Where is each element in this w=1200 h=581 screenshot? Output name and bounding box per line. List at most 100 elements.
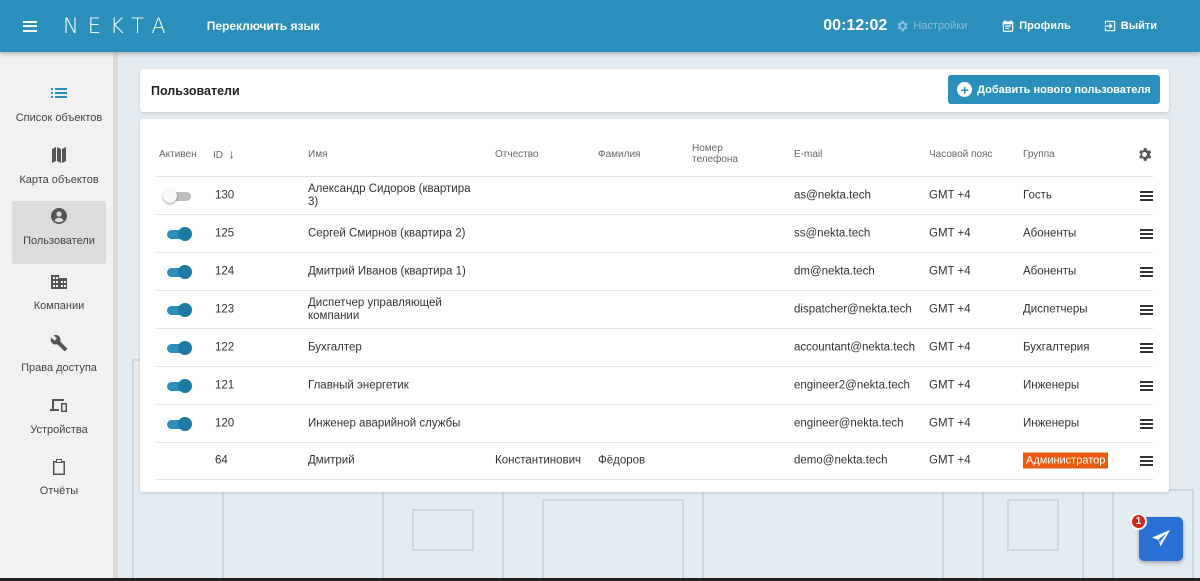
hamburger-menu-icon[interactable] <box>23 20 37 32</box>
cell-timezone: GMT +4 <box>929 227 971 239</box>
active-toggle[interactable] <box>163 226 193 241</box>
sidebar-item-reports[interactable]: Отчёты <box>12 451 106 514</box>
row-menu-icon[interactable] <box>1140 228 1153 239</box>
sidebar-item-object-list[interactable]: Список объектов <box>12 78 106 141</box>
cell-timezone: GMT +4 <box>929 303 971 315</box>
sidebar-item-label: Компании <box>33 300 85 312</box>
page-title: Пользователи <box>151 84 240 98</box>
logout-button[interactable]: Выйти <box>1103 19 1157 33</box>
active-toggle[interactable] <box>163 340 193 355</box>
cell-email: demo@nekta.tech <box>794 454 888 467</box>
table-row: 125 Сергей Смирнов (квартира 2) ss@nekta.t… <box>157 214 1153 252</box>
sidebar-item-label: Устройства <box>30 424 88 436</box>
paper-plane-icon <box>1151 529 1171 547</box>
row-menu-icon[interactable] <box>1140 380 1153 391</box>
cell-name: Инженер аварийной службы <box>308 417 461 429</box>
list-icon <box>51 84 67 102</box>
cell-last-name: Фёдоров <box>598 454 646 467</box>
sidebar-item-devices[interactable]: Устройства <box>12 390 106 453</box>
group-label: Бухгалтерия <box>1023 341 1090 353</box>
sidebar-item-label: Карта объектов <box>19 174 99 186</box>
column-header-patronymic: Отчество <box>495 149 539 160</box>
group-label: Диспетчеры <box>1023 303 1088 315</box>
sidebar-item-access-rights[interactable]: Права доступа <box>12 328 106 391</box>
group-label: Абоненты <box>1023 227 1077 239</box>
gear-icon <box>897 20 908 32</box>
cell-group: Бухгалтерия <box>1023 341 1089 354</box>
sidebar-item-companies[interactable]: Компании <box>12 266 106 329</box>
cell-group: Инженеры <box>1023 417 1079 430</box>
logout-icon <box>1104 20 1115 32</box>
table-row: 123 Диспетчер управляющей компании dispatc… <box>157 290 1153 328</box>
cell-name: Бухгалтер <box>308 341 362 353</box>
table-settings-gear-icon[interactable] <box>1136 146 1153 163</box>
column-header-active: Активен <box>159 149 197 160</box>
row-menu-icon[interactable] <box>1140 456 1153 466</box>
cell-id: 130 <box>215 189 235 201</box>
row-menu-icon[interactable] <box>1140 190 1153 201</box>
cell-id: 64 <box>215 454 228 467</box>
active-toggle[interactable] <box>163 188 193 203</box>
row-menu-icon[interactable] <box>1140 266 1153 277</box>
cell-email: engineer2@nekta.tech <box>794 379 910 391</box>
group-label: Инженеры <box>1023 417 1080 429</box>
column-header-timezone: Часовой пояс <box>929 149 993 160</box>
cell-group: Гость <box>1023 189 1052 202</box>
column-header-id-label: ID <box>213 150 223 161</box>
cell-timezone: GMT +4 <box>929 379 971 391</box>
clipboard-icon <box>52 457 66 475</box>
profile-button[interactable]: Профиль <box>1001 19 1071 33</box>
table-row: 121 Главный энергетик engineer2@nekta.tech… <box>157 366 1153 404</box>
wrench-icon <box>50 334 68 352</box>
active-toggle[interactable] <box>163 264 193 279</box>
settings-button[interactable]: Настройки <box>895 19 967 33</box>
cell-patronymic: Константинович <box>495 454 582 467</box>
cell-group: Администратор <box>1023 452 1109 469</box>
column-header-last-name: Фамилия <box>598 149 641 160</box>
sort-arrow-down-icon: ↓ <box>228 147 235 161</box>
top-bar: NEKTA Переключить язык 00:12:02 Настройк… <box>0 0 1200 52</box>
sidebar-item-label: Права доступа <box>21 362 97 374</box>
profile-label: Профиль <box>1019 20 1071 32</box>
cell-name: Дмитрий <box>308 454 355 467</box>
column-header-phone: Номер телефона <box>692 143 738 165</box>
group-label: Гость <box>1023 189 1052 201</box>
group-label: Инженеры <box>1023 379 1080 391</box>
sidebar-item-label: Пользователи <box>23 235 95 247</box>
cell-timezone: GMT +4 <box>929 341 971 353</box>
active-toggle[interactable] <box>163 302 193 317</box>
plus-circle-icon: + <box>957 82 973 97</box>
cell-id: 122 <box>215 341 235 353</box>
user-circle-icon <box>51 207 67 225</box>
cell-id: 120 <box>215 417 235 429</box>
active-toggle[interactable] <box>163 416 193 431</box>
column-header-first-name: Имя <box>308 149 328 160</box>
cell-group: Абоненты <box>1023 265 1076 278</box>
settings-label: Настройки <box>913 20 968 32</box>
active-toggle[interactable] <box>163 378 193 393</box>
table-row: 124 Дмитрий Иванов (квартира 1) dm@nekta.t… <box>157 252 1153 290</box>
cell-id: 124 <box>215 265 235 277</box>
add-user-button[interactable]: + Добавить нового пользователя <box>948 75 1160 104</box>
cell-name: Александр Сидоров (квартира 3) <box>308 182 471 208</box>
cell-name: Главный энергетик <box>308 379 409 391</box>
cell-name: Диспетчер управляющей компании <box>308 296 442 322</box>
row-menu-icon[interactable] <box>1140 304 1153 315</box>
cell-email: ss@nekta.tech <box>794 227 871 239</box>
page-header-card: Пользователи + Добавить нового пользоват… <box>140 69 1169 112</box>
add-user-label: Добавить нового пользователя <box>977 83 1151 96</box>
cell-group: Абоненты <box>1023 227 1076 240</box>
logo: NEKTA <box>63 14 175 38</box>
cell-name: Сергей Смирнов (квартира 2) <box>308 227 466 239</box>
sidebar-item-object-map[interactable]: Карта объектов <box>12 140 106 203</box>
sidebar-item-users[interactable]: Пользователи <box>12 201 106 264</box>
row-menu-icon[interactable] <box>1140 342 1153 353</box>
table-row: 122 Бухгалтер accountant@nekta.tech GMT +4 Б… <box>157 328 1153 366</box>
session-timer: 00:12:02 <box>823 17 888 34</box>
column-header-email: E-mail <box>794 149 823 160</box>
language-toggle[interactable]: Переключить язык <box>207 19 320 33</box>
admin-badge: Администратор <box>1023 452 1109 469</box>
column-header-id[interactable]: ID ↓ <box>213 147 235 161</box>
row-menu-icon[interactable] <box>1140 418 1153 429</box>
cell-id: 121 <box>215 379 235 391</box>
